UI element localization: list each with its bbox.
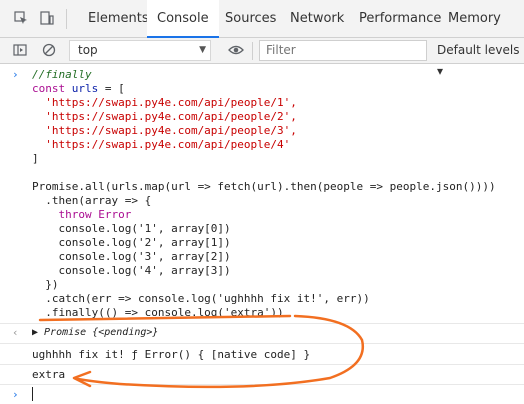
annotation-overlay — [38, 314, 365, 389]
annotation-loop — [76, 314, 365, 389]
annotation-underline — [38, 314, 292, 322]
